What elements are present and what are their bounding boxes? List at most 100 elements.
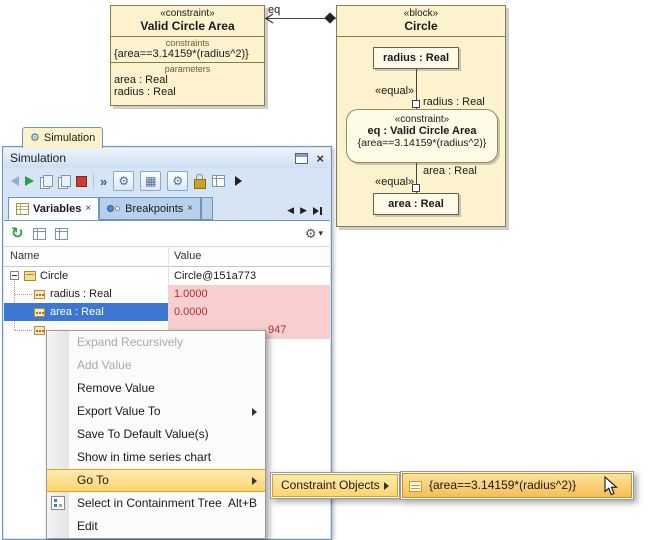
tab-breakpoints[interactable]: Breakpoints ×: [99, 197, 201, 220]
block-name: Circle: [339, 19, 503, 33]
binding-square-icon: [412, 184, 420, 192]
menu-item-export-value-to[interactable]: Export Value To: [47, 400, 265, 423]
gear-icon: ⚙: [305, 227, 317, 240]
run-icon[interactable]: [25, 176, 34, 186]
eq-connector-diamond-icon: [324, 12, 335, 23]
part-radius[interactable]: radius : Real: [373, 47, 459, 69]
row-value[interactable]: Circle@151a773: [168, 267, 330, 285]
table-header: Name Value: [4, 247, 330, 267]
toolbar-separator: [93, 173, 94, 189]
submenu-arrow-icon: [384, 482, 389, 490]
constraint-block-header: «constraint» Valid Circle Area: [111, 6, 264, 37]
close-tab-icon[interactable]: ×: [85, 204, 91, 214]
variables-toolbar: ↻ ⚙ ▾: [4, 221, 330, 247]
menu-item-label: Go To: [77, 473, 109, 487]
block-circle[interactable]: «block» Circle radius : Real «equal» rad…: [336, 5, 506, 227]
value-property-icon: [34, 326, 45, 335]
menu-item-edit[interactable]: Edit: [47, 515, 265, 538]
tab-label: Breakpoints: [125, 203, 183, 215]
caret-down-icon: ▾: [318, 229, 323, 238]
export-log-icon[interactable]: [212, 175, 225, 187]
scroll-tabs-left-icon[interactable]: ◀: [287, 205, 294, 216]
gear-icon: ⚙: [172, 174, 183, 188]
menu-item-label: Select in Containment Tree: [77, 496, 222, 510]
menu-item-select-in-containment-tree[interactable]: Select in Containment Tree Alt+B: [47, 492, 265, 515]
constraint-block-valid-circle-area[interactable]: «constraint» Valid Circle Area constrain…: [110, 5, 265, 106]
terminate-icon[interactable]: [76, 176, 87, 187]
menu-item-remove-value[interactable]: Remove Value: [47, 377, 265, 400]
sim-title-bar[interactable]: Simulation ×: [4, 148, 330, 168]
close-tab-icon[interactable]: ×: [187, 204, 193, 214]
menu-item-go-to[interactable]: Go To: [47, 469, 265, 492]
gear-icon: ⚙: [118, 174, 129, 188]
tab-scroll-controls: ◀ ▶: [287, 205, 330, 220]
constraint-property-name: eq : Valid Circle Area: [347, 125, 497, 137]
constraint-block-name: Valid Circle Area: [113, 19, 262, 33]
parameters-compartment: parameters area : Real radius : Real: [111, 63, 264, 98]
panel-options-button[interactable]: ⚙ ▾: [305, 227, 323, 240]
tab-variables[interactable]: Variables ×: [8, 197, 99, 220]
constraint-object-icon: [409, 481, 422, 492]
gear-icon: ⚙: [30, 133, 40, 144]
menu-item-constraint-object[interactable]: {area==3.14159*(radius^2)}: [402, 473, 632, 498]
lock-icon[interactable]: [194, 179, 206, 189]
last-tab-icon[interactable]: [313, 206, 324, 216]
constraint-param-area-label: area : Real: [423, 165, 477, 177]
part-area[interactable]: area : Real: [373, 193, 459, 215]
sim-dock-tab[interactable]: ⚙ Simulation: [22, 127, 103, 148]
float-window-icon[interactable]: [295, 153, 308, 164]
toolbar-overflow-icon[interactable]: »: [100, 175, 107, 188]
auto-start-button[interactable]: ⚙: [167, 171, 188, 191]
constraints-compartment: constraints {area==3.14159*(radius^2)}: [111, 37, 264, 63]
ui-layout-button[interactable]: ▦: [140, 171, 161, 191]
block-header: «block» Circle: [337, 6, 505, 37]
eq-connector-arrow-icon: [265, 13, 274, 24]
row-value[interactable]: 0.0000: [168, 303, 330, 321]
block-instance-icon: [24, 271, 36, 281]
breakpoints-icon: [107, 204, 121, 213]
toolbar-expand-icon[interactable]: [235, 176, 242, 186]
constraint-property-expression: {area==3.14159*(radius^2)}: [347, 137, 497, 149]
table-row-circle[interactable]: Circle Circle@151a773: [4, 267, 330, 285]
table-row-area-selected[interactable]: area : Real 0.0000: [4, 303, 330, 321]
menu-item-add-value: Add Value: [47, 354, 265, 377]
export-values-icon[interactable]: [33, 228, 46, 240]
constraint-property-eq[interactable]: «constraint» eq : Valid Circle Area {are…: [346, 109, 498, 163]
mouse-cursor-icon: [604, 476, 618, 496]
equal-stereotype-top: «equal»: [375, 85, 414, 97]
close-icon[interactable]: ×: [316, 152, 324, 165]
tab-partial[interactable]: [201, 197, 213, 220]
stereotype-label: «block»: [339, 8, 503, 19]
stereotype-label: «constraint»: [347, 114, 497, 125]
table-row-radius[interactable]: radius : Real 1.0000: [4, 285, 330, 303]
parameter-radius: radius : Real: [111, 86, 264, 98]
context-menu: Expand Recursively Add Value Remove Valu…: [46, 330, 266, 539]
simulation-options-button[interactable]: ⚙: [113, 171, 134, 191]
menu-item-constraint-objects[interactable]: Constraint Objects: [272, 474, 398, 497]
row-value[interactable]: 1.0000: [168, 285, 330, 303]
step-into-icon[interactable]: [40, 175, 52, 188]
binding-square-icon: [412, 100, 420, 108]
menu-item-time-series-chart[interactable]: Show in time series chart: [47, 446, 265, 469]
sim-window-title: Simulation: [10, 151, 66, 165]
column-header-value[interactable]: Value: [174, 250, 201, 262]
containment-tree-icon: [51, 496, 65, 510]
equal-stereotype-bottom: «equal»: [375, 176, 414, 188]
constraints-compartment-label: constraints: [111, 37, 264, 48]
step-over-icon[interactable]: [58, 175, 70, 188]
stereotype-label: «constraint»: [113, 8, 262, 19]
menu-item-expand-recursively: Expand Recursively: [47, 331, 265, 354]
screenshot-root: «constraint» Valid Circle Area constrain…: [0, 0, 648, 540]
menu-item-save-to-default[interactable]: Save To Default Value(s): [47, 423, 265, 446]
column-header-name[interactable]: Name: [10, 250, 39, 262]
constraint-expression: {area==3.14159*(radius^2)}: [111, 48, 264, 60]
row-name: radius : Real: [50, 285, 112, 303]
import-values-icon[interactable]: [55, 228, 68, 240]
value-property-icon: [34, 290, 45, 299]
collapse-icon[interactable]: [10, 271, 19, 280]
step-back-icon[interactable]: [11, 176, 19, 186]
grid-icon: ▦: [145, 174, 156, 188]
parameter-area: area : Real: [111, 74, 264, 86]
refresh-icon[interactable]: ↻: [11, 226, 24, 241]
scroll-tabs-right-icon[interactable]: ▶: [300, 205, 307, 216]
